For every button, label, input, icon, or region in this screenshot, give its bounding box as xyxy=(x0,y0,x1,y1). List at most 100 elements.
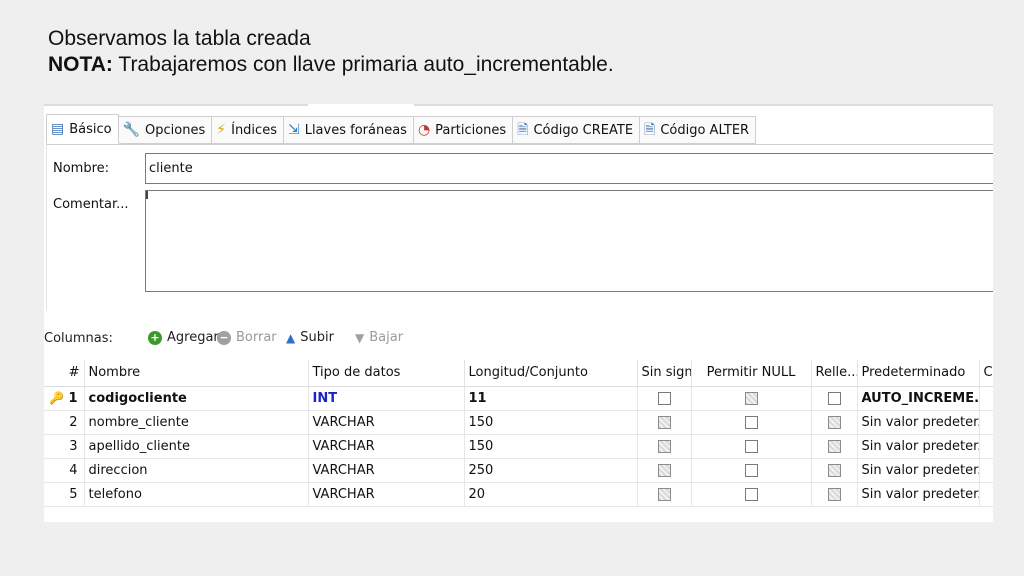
zerofill-checkbox[interactable] xyxy=(827,439,841,453)
move-down-button[interactable]: ▼ Bajar xyxy=(355,330,403,345)
unsigned-cell xyxy=(637,482,692,507)
default-cell[interactable]: Sin valor predeter... xyxy=(857,482,980,507)
table-row[interactable]: 5 telefono VARCHAR 20 Sin valor predeter… xyxy=(44,482,993,507)
table-row[interactable]: 🔑 1 codigocliente INT 11 AUTO_INCREME... xyxy=(44,386,993,411)
data-type-cell[interactable]: VARCHAR xyxy=(308,410,465,435)
col-header-default[interactable]: Predeterminado xyxy=(857,360,980,387)
data-type-cell[interactable]: VARCHAR xyxy=(308,458,465,483)
comment-cell[interactable] xyxy=(979,410,993,435)
row-number: 🔑 1 xyxy=(44,386,85,411)
default-cell[interactable]: Sin valor predeter... xyxy=(857,458,980,483)
sql-icon: 🗎 xyxy=(644,122,656,138)
tab-label: Opciones xyxy=(145,122,206,138)
default-cell[interactable]: Sin valor predeter... xyxy=(857,434,980,459)
default-cell[interactable]: AUTO_INCREME... xyxy=(857,386,980,411)
table-icon: ▤ xyxy=(51,121,65,137)
col-header-unsigned[interactable]: Sin signo xyxy=(637,360,692,387)
default-cell[interactable]: Sin valor predeter... xyxy=(857,410,980,435)
up-label: Subir xyxy=(300,330,334,345)
column-name-cell[interactable]: codigocliente xyxy=(84,386,309,411)
row-number: 4 xyxy=(44,458,85,483)
col-header-allow-null[interactable]: Permitir NULL xyxy=(691,360,812,387)
move-up-button[interactable]: ▲ Subir xyxy=(286,330,334,345)
unsigned-cell xyxy=(637,458,692,483)
tab-opciones[interactable]: 🔧 Opciones xyxy=(118,116,213,144)
lightning-icon: ⚡ xyxy=(216,122,227,138)
allow-null-checkbox[interactable] xyxy=(744,439,758,453)
tab-bar: ▤ Básico 🔧 Opciones ⚡ Índices ⇲ Llaves f… xyxy=(46,114,757,144)
add-column-button[interactable]: + Agregar xyxy=(148,330,219,345)
column-name-cell[interactable]: apellido_cliente xyxy=(84,434,309,459)
allow-null-checkbox[interactable] xyxy=(744,463,758,477)
zerofill-checkbox[interactable] xyxy=(827,415,841,429)
comment-label: Comentar... xyxy=(53,197,129,212)
top-border xyxy=(44,104,993,106)
caption-line-1: Observamos la tabla creada xyxy=(48,27,311,50)
zerofill-checkbox[interactable] xyxy=(827,463,841,477)
tab-codigo-create[interactable]: 🗎 Código CREATE xyxy=(513,116,641,144)
tab-label: Llaves foráneas xyxy=(304,122,407,138)
unsigned-cell xyxy=(637,410,692,435)
tab-codigo-alter[interactable]: 🗎 Código ALTER xyxy=(640,116,757,144)
table-name-input[interactable] xyxy=(145,153,993,184)
length-cell[interactable]: 250 xyxy=(464,458,638,483)
zerofill-checkbox[interactable] xyxy=(827,487,841,501)
comment-cell[interactable] xyxy=(979,458,993,483)
allow-null-checkbox[interactable] xyxy=(744,487,758,501)
column-name-cell[interactable]: direccion xyxy=(84,458,309,483)
comment-cell[interactable] xyxy=(979,434,993,459)
unsigned-checkbox[interactable] xyxy=(657,463,671,477)
add-label: Agregar xyxy=(167,330,219,345)
allow-null-cell xyxy=(691,458,812,483)
columns-table: # Nombre Tipo de datos Longitud/Conjunto… xyxy=(44,360,993,507)
column-name-cell[interactable]: telefono xyxy=(84,482,309,507)
zerofill-cell xyxy=(811,482,858,507)
col-header-type[interactable]: Tipo de datos xyxy=(308,360,465,387)
col-header-comment[interactable]: C xyxy=(979,360,993,387)
row-number: 3 xyxy=(44,434,85,459)
arrow-down-icon: ▼ xyxy=(355,330,365,345)
unsigned-checkbox[interactable] xyxy=(657,439,671,453)
data-type-cell[interactable]: VARCHAR xyxy=(308,482,465,507)
columns-toolbar: Columnas: + Agregar − Borrar ▲ Subir ▼ B… xyxy=(44,324,993,354)
length-cell[interactable]: 150 xyxy=(464,410,638,435)
unsigned-checkbox[interactable] xyxy=(657,391,671,405)
unsigned-checkbox[interactable] xyxy=(657,487,671,501)
data-type-cell[interactable]: INT xyxy=(308,386,465,411)
table-row[interactable]: 3 apellido_cliente VARCHAR 150 Sin valor… xyxy=(44,434,993,459)
length-cell[interactable]: 150 xyxy=(464,434,638,459)
column-name-cell[interactable]: nombre_cliente xyxy=(84,410,309,435)
unsigned-checkbox[interactable] xyxy=(657,415,671,429)
comment-textarea[interactable] xyxy=(145,190,993,292)
table-editor-screenshot: ▤ Básico 🔧 Opciones ⚡ Índices ⇲ Llaves f… xyxy=(44,104,993,522)
zerofill-checkbox[interactable] xyxy=(827,391,841,405)
table-row[interactable]: 4 direccion VARCHAR 250 Sin valor predet… xyxy=(44,458,993,483)
comment-cell[interactable] xyxy=(979,482,993,507)
row-number: 5 xyxy=(44,482,85,507)
sql-icon: 🗎 xyxy=(517,122,529,138)
comment-cell[interactable] xyxy=(979,386,993,411)
columns-label: Columnas: xyxy=(44,331,113,346)
allow-null-cell xyxy=(691,386,812,411)
tab-llaves-foraneas[interactable]: ⇲ Llaves foráneas xyxy=(283,116,414,144)
tab-label: Particiones xyxy=(435,122,507,138)
length-cell[interactable]: 20 xyxy=(464,482,638,507)
length-cell[interactable]: 11 xyxy=(464,386,638,411)
col-header-zerofill[interactable]: Relle... xyxy=(811,360,858,387)
data-type-cell[interactable]: VARCHAR xyxy=(308,434,465,459)
allow-null-checkbox[interactable] xyxy=(744,415,758,429)
table-header-row: # Nombre Tipo de datos Longitud/Conjunto… xyxy=(44,360,993,387)
tab-indices[interactable]: ⚡ Índices xyxy=(212,116,284,144)
tab-particiones[interactable]: ◔ Particiones xyxy=(413,116,514,144)
wrench-icon: 🔧 xyxy=(122,122,141,138)
col-header-num[interactable]: # xyxy=(44,360,85,387)
tab-basico[interactable]: ▤ Básico xyxy=(46,114,119,144)
col-header-length[interactable]: Longitud/Conjunto xyxy=(464,360,638,387)
pie-chart-icon: ◔ xyxy=(417,122,431,138)
table-row[interactable]: 2 nombre_cliente VARCHAR 150 Sin valor p… xyxy=(44,410,993,435)
allow-null-checkbox[interactable] xyxy=(744,391,758,405)
col-header-name[interactable]: Nombre xyxy=(84,360,309,387)
delete-label: Borrar xyxy=(236,330,277,345)
delete-column-button[interactable]: − Borrar xyxy=(217,330,277,345)
allow-null-cell xyxy=(691,434,812,459)
